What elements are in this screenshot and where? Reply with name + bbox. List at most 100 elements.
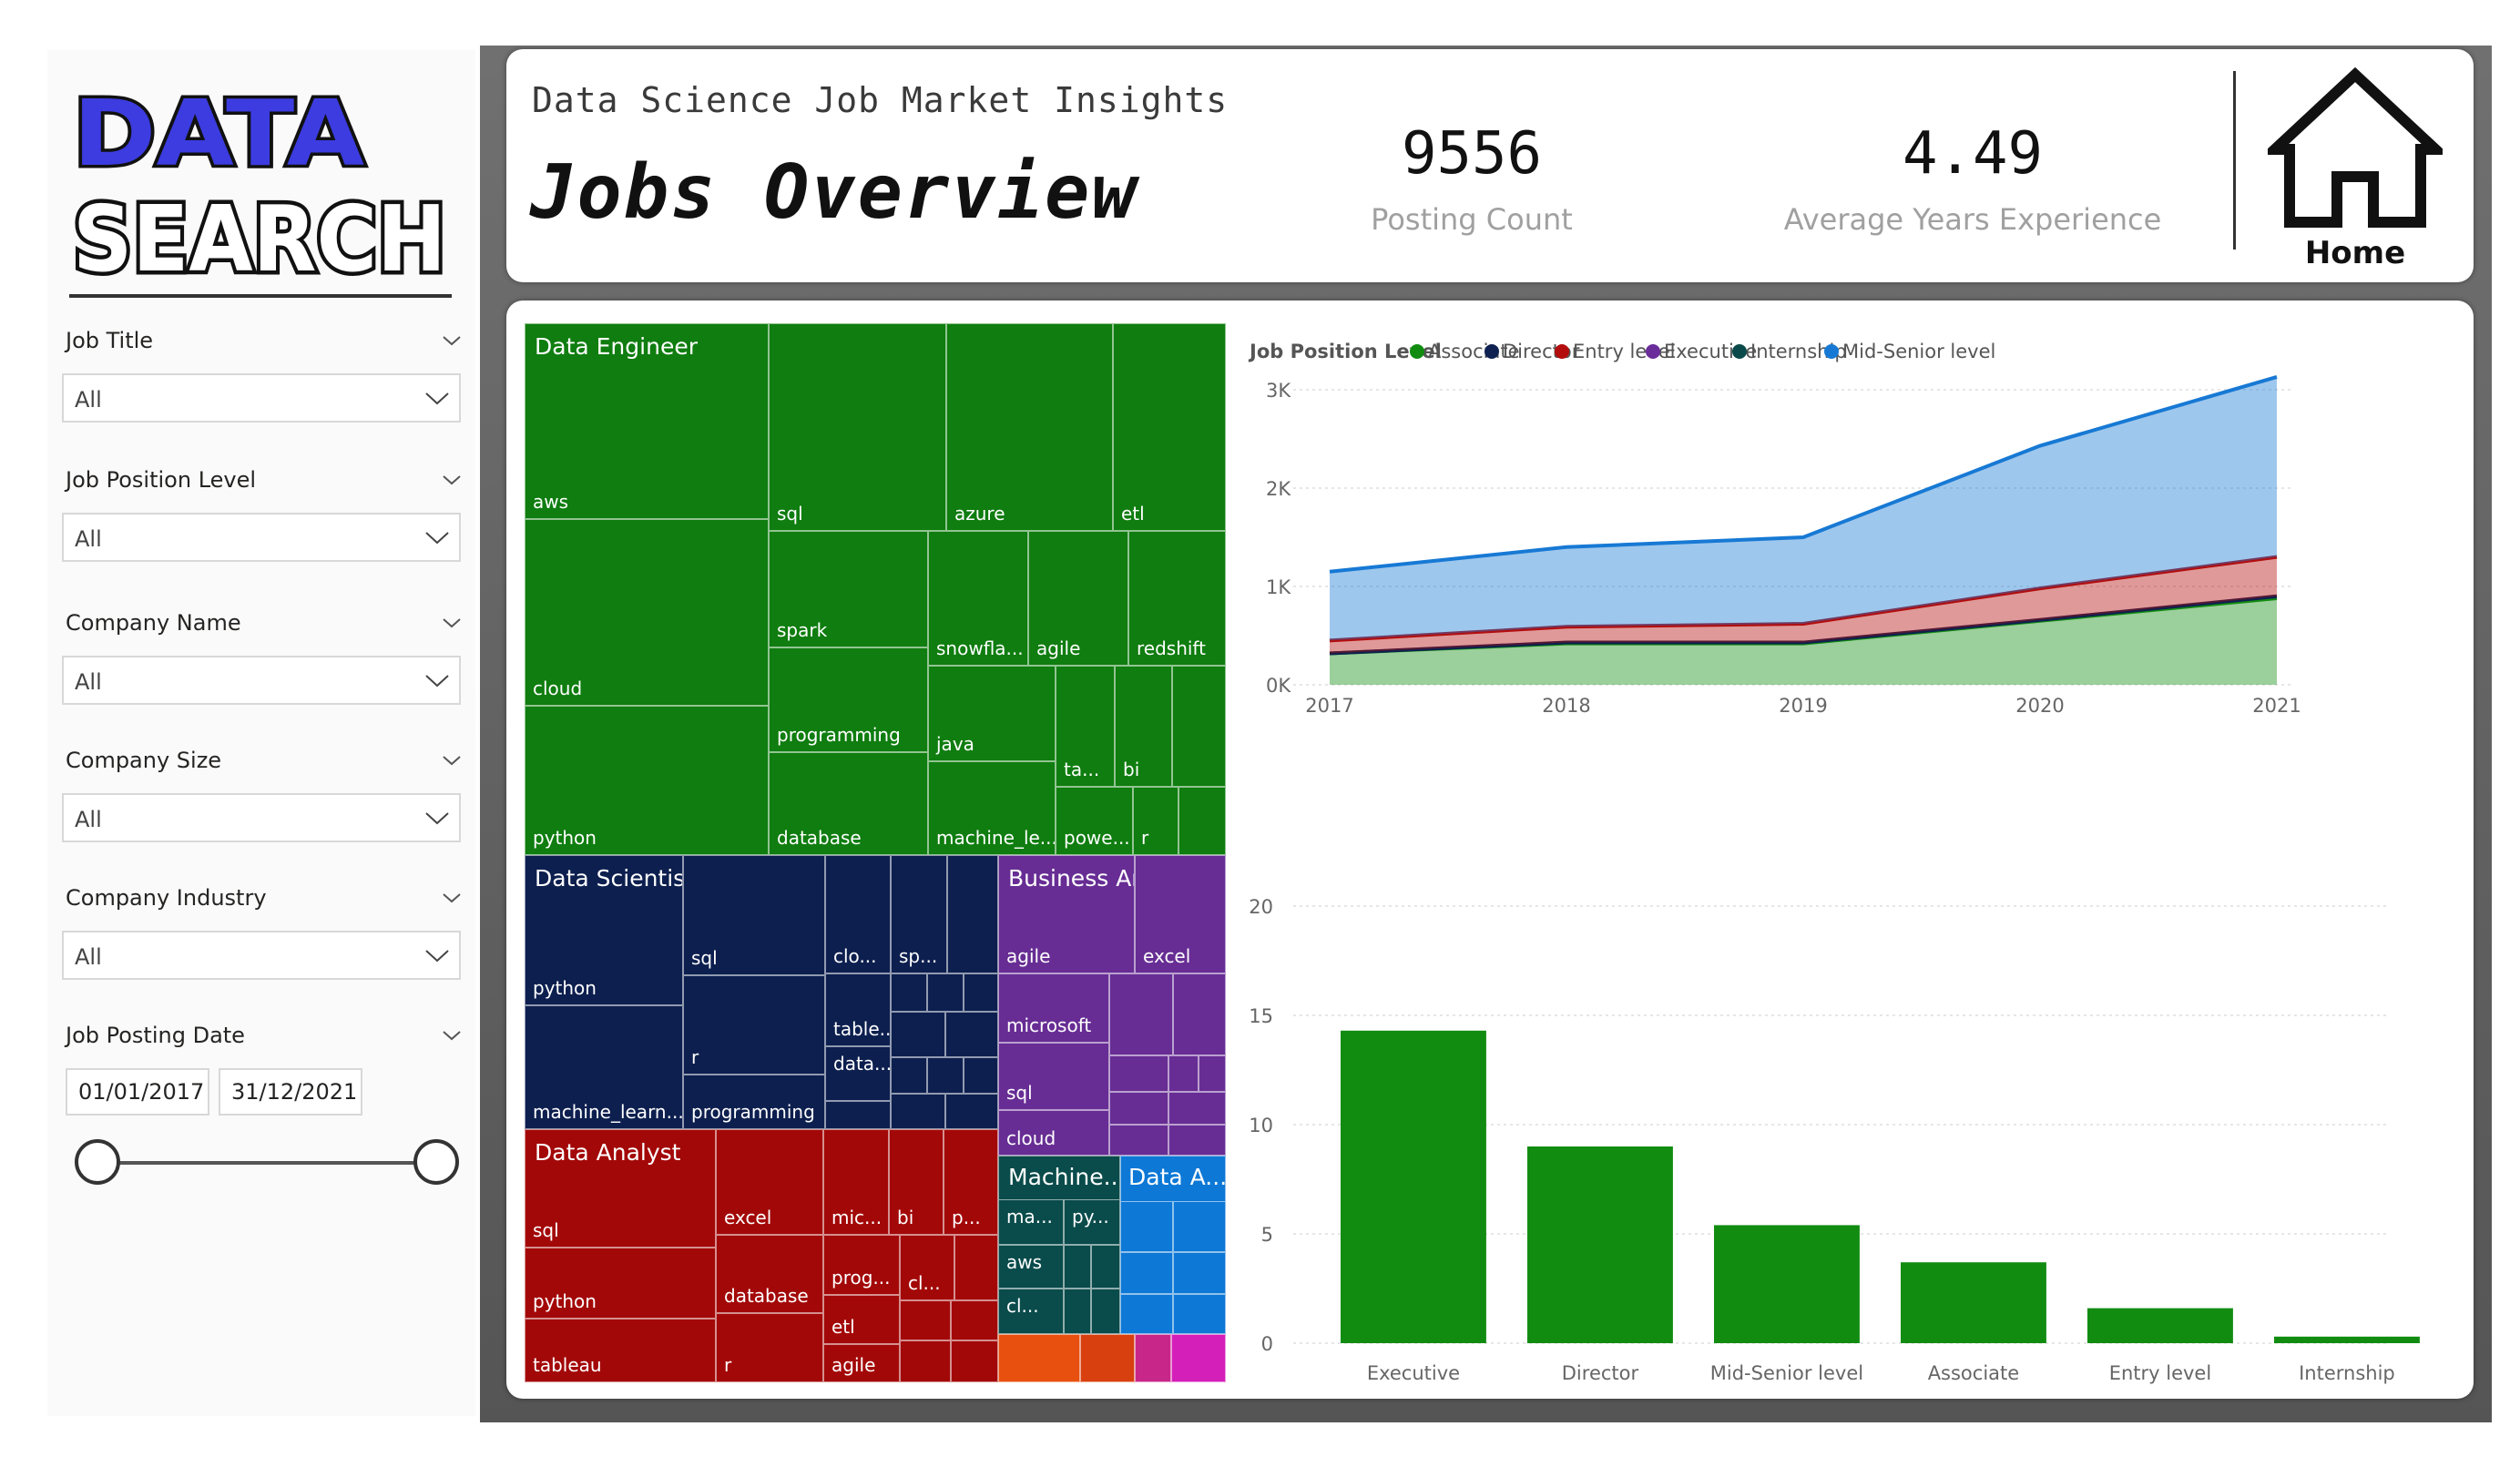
- treemap-tile-aws[interactable]: Data Engineer aws: [525, 323, 769, 519]
- date-range-end-handle[interactable]: [413, 1139, 459, 1185]
- treemap-tile-ds-python[interactable]: Data Scientist python: [525, 855, 683, 1005]
- treemap-tile-azure[interactable]: azure: [946, 323, 1113, 531]
- treemap-tile-small[interactable]: [951, 1300, 998, 1340]
- treemap-tile-small[interactable]: [1173, 1201, 1226, 1252]
- bar-internship[interactable]: [2274, 1336, 2420, 1343]
- treemap-tile-small[interactable]: [927, 1057, 964, 1094]
- treemap-tile-small[interactable]: [945, 1094, 998, 1129]
- treemap-tile-small[interactable]: [927, 973, 964, 1012]
- treemap-tile-small[interactable]: [1178, 787, 1226, 855]
- treemap-tile-small[interactable]: [1168, 1092, 1226, 1125]
- treemap-tile-small[interactable]: [964, 973, 998, 1012]
- legend-label-mid-senior-level[interactable]: Mid-Senior level: [1842, 341, 1995, 362]
- treemap-tile-small[interactable]: [1173, 1294, 1226, 1334]
- treemap-tile-bi[interactable]: bi: [1115, 666, 1172, 787]
- treemap-tile-small[interactable]: [954, 1235, 998, 1300]
- company-size-dropdown[interactable]: All: [62, 793, 461, 842]
- treemap-tile-sql[interactable]: sql: [769, 323, 946, 531]
- treemap-tile-da-cloud[interactable]: cl...: [900, 1235, 954, 1300]
- treemap-tile-small[interactable]: [1168, 1055, 1199, 1092]
- treemap-tile-small[interactable]: [891, 1012, 945, 1057]
- treemap-tile-ds-r[interactable]: r: [683, 975, 825, 1075]
- legend-marker-internship[interactable]: [1732, 344, 1747, 359]
- treemap-tile-ml-aws[interactable]: aws: [998, 1245, 1064, 1289]
- treemap-tile-da-sql[interactable]: Data Analyst sql: [525, 1129, 716, 1248]
- treemap-tile-small[interactable]: [1109, 973, 1173, 1055]
- treemap-tile-ml-cloud[interactable]: cl...: [998, 1289, 1064, 1334]
- treemap-tile-ds-sql[interactable]: sql: [683, 855, 825, 975]
- job-title-dropdown[interactable]: All: [62, 373, 461, 423]
- treemap-tile-small[interactable]: [1080, 1334, 1135, 1382]
- treemap-tile-small[interactable]: [1064, 1289, 1091, 1334]
- chevron-down-icon[interactable]: [441, 889, 463, 907]
- bar-executive[interactable]: [1341, 1030, 1486, 1343]
- treemap-tile-small[interactable]: [1171, 1334, 1226, 1382]
- treemap-tile-da-programming[interactable]: prog...: [823, 1235, 900, 1295]
- treemap-tile-spark[interactable]: spark: [769, 531, 928, 647]
- treemap-tile-da-etl[interactable]: etl: [823, 1295, 900, 1344]
- treemap-tile-ds-tableau[interactable]: table...: [825, 973, 891, 1046]
- treemap-tile-ba-microsoft[interactable]: microsoft: [998, 973, 1109, 1043]
- treemap-tile-da-p[interactable]: p...: [944, 1129, 998, 1235]
- treemap-tile-small[interactable]: [1120, 1252, 1173, 1294]
- chevron-down-icon[interactable]: [441, 471, 463, 489]
- treemap-tile-python[interactable]: python: [525, 706, 769, 855]
- legend-marker-associate[interactable]: [1410, 344, 1424, 359]
- treemap-tile-small[interactable]: [900, 1300, 951, 1340]
- treemap-tile-agile[interactable]: agile: [1028, 531, 1128, 666]
- treemap-tile-da-python[interactable]: python: [525, 1248, 716, 1319]
- treemap-tile-small[interactable]: [900, 1340, 951, 1382]
- treemap-tile-power-bi[interactable]: powe...: [1056, 787, 1133, 855]
- treemap-tile-da-database[interactable]: database: [716, 1235, 823, 1313]
- treemap-tile-small[interactable]: [945, 1012, 998, 1057]
- treemap-tile-ba-sql[interactable]: sql: [998, 1043, 1109, 1110]
- home-button[interactable]: Home: [2255, 64, 2455, 273]
- treemap-tile-ml-ma[interactable]: ma...: [998, 1199, 1064, 1245]
- treemap-tile-small[interactable]: [1120, 1294, 1173, 1334]
- treemap-tile-da-agile[interactable]: agile: [823, 1344, 900, 1382]
- treemap-tile-small[interactable]: [1091, 1245, 1120, 1289]
- date-range-start-handle[interactable]: [75, 1139, 120, 1185]
- treemap-tile-small[interactable]: [1199, 1055, 1226, 1092]
- treemap-tile-machine-learning[interactable]: machine_le...: [928, 761, 1056, 855]
- treemap-tile-small[interactable]: [1135, 1334, 1171, 1382]
- treemap-tile-java[interactable]: java: [928, 666, 1056, 761]
- start-date-input[interactable]: 01/01/2017: [66, 1068, 209, 1116]
- chevron-down-icon[interactable]: [441, 614, 463, 632]
- legend-marker-entry-level[interactable]: [1555, 344, 1569, 359]
- treemap-tile-small[interactable]: [1120, 1201, 1173, 1252]
- treemap-tile-small[interactable]: [1173, 1252, 1226, 1294]
- treemap-tile-small[interactable]: [891, 1057, 927, 1094]
- chevron-down-icon[interactable]: [441, 1026, 463, 1044]
- legend-marker-director[interactable]: [1484, 344, 1499, 359]
- treemap-tile-ds-cloud[interactable]: clo...: [825, 855, 891, 973]
- treemap-tile-programming[interactable]: programming: [769, 647, 928, 752]
- treemap-tile-small[interactable]: [1173, 973, 1226, 1055]
- treemap-tile-da-bi[interactable]: bi: [889, 1129, 944, 1235]
- treemap-tile-small[interactable]: [1064, 1245, 1091, 1289]
- treemap-tile-small[interactable]: [1109, 1092, 1168, 1125]
- treemap-tile-etl[interactable]: etl: [1113, 323, 1226, 531]
- job-position-level-dropdown[interactable]: All: [62, 513, 461, 562]
- treemap-tile-small[interactable]: [1091, 1289, 1120, 1334]
- treemap-tile-small[interactable]: [951, 1340, 998, 1382]
- chevron-down-icon[interactable]: [441, 331, 463, 350]
- bar-director[interactable]: [1527, 1146, 1673, 1343]
- treemap-tile-small[interactable]: [964, 1057, 998, 1094]
- treemap-tile-r[interactable]: r: [1133, 787, 1178, 855]
- treemap-tile-ds-machine-learning[interactable]: machine_learn...: [525, 1005, 683, 1129]
- company-industry-dropdown[interactable]: All: [62, 931, 461, 980]
- date-range-slider-track[interactable]: [98, 1161, 435, 1165]
- treemap-tile-ba-agile[interactable]: Business Analyst agile: [998, 855, 1135, 973]
- treemap-tile-da-r[interactable]: r: [716, 1313, 823, 1382]
- treemap-tile-database[interactable]: database: [769, 752, 928, 855]
- company-name-dropdown[interactable]: All: [62, 656, 461, 705]
- bar-associate[interactable]: [1901, 1262, 2046, 1343]
- chevron-down-icon[interactable]: [441, 751, 463, 769]
- treemap-tile-ds-programming[interactable]: programming: [683, 1075, 825, 1129]
- treemap-tile-small[interactable]: [825, 1101, 891, 1129]
- treemap-tile-ml-py[interactable]: py...: [1064, 1199, 1120, 1245]
- legend-marker-mid-senior-level[interactable]: [1824, 344, 1839, 359]
- treemap-tile-small[interactable]: [947, 855, 998, 973]
- bar-mid-senior-level[interactable]: [1714, 1225, 1860, 1343]
